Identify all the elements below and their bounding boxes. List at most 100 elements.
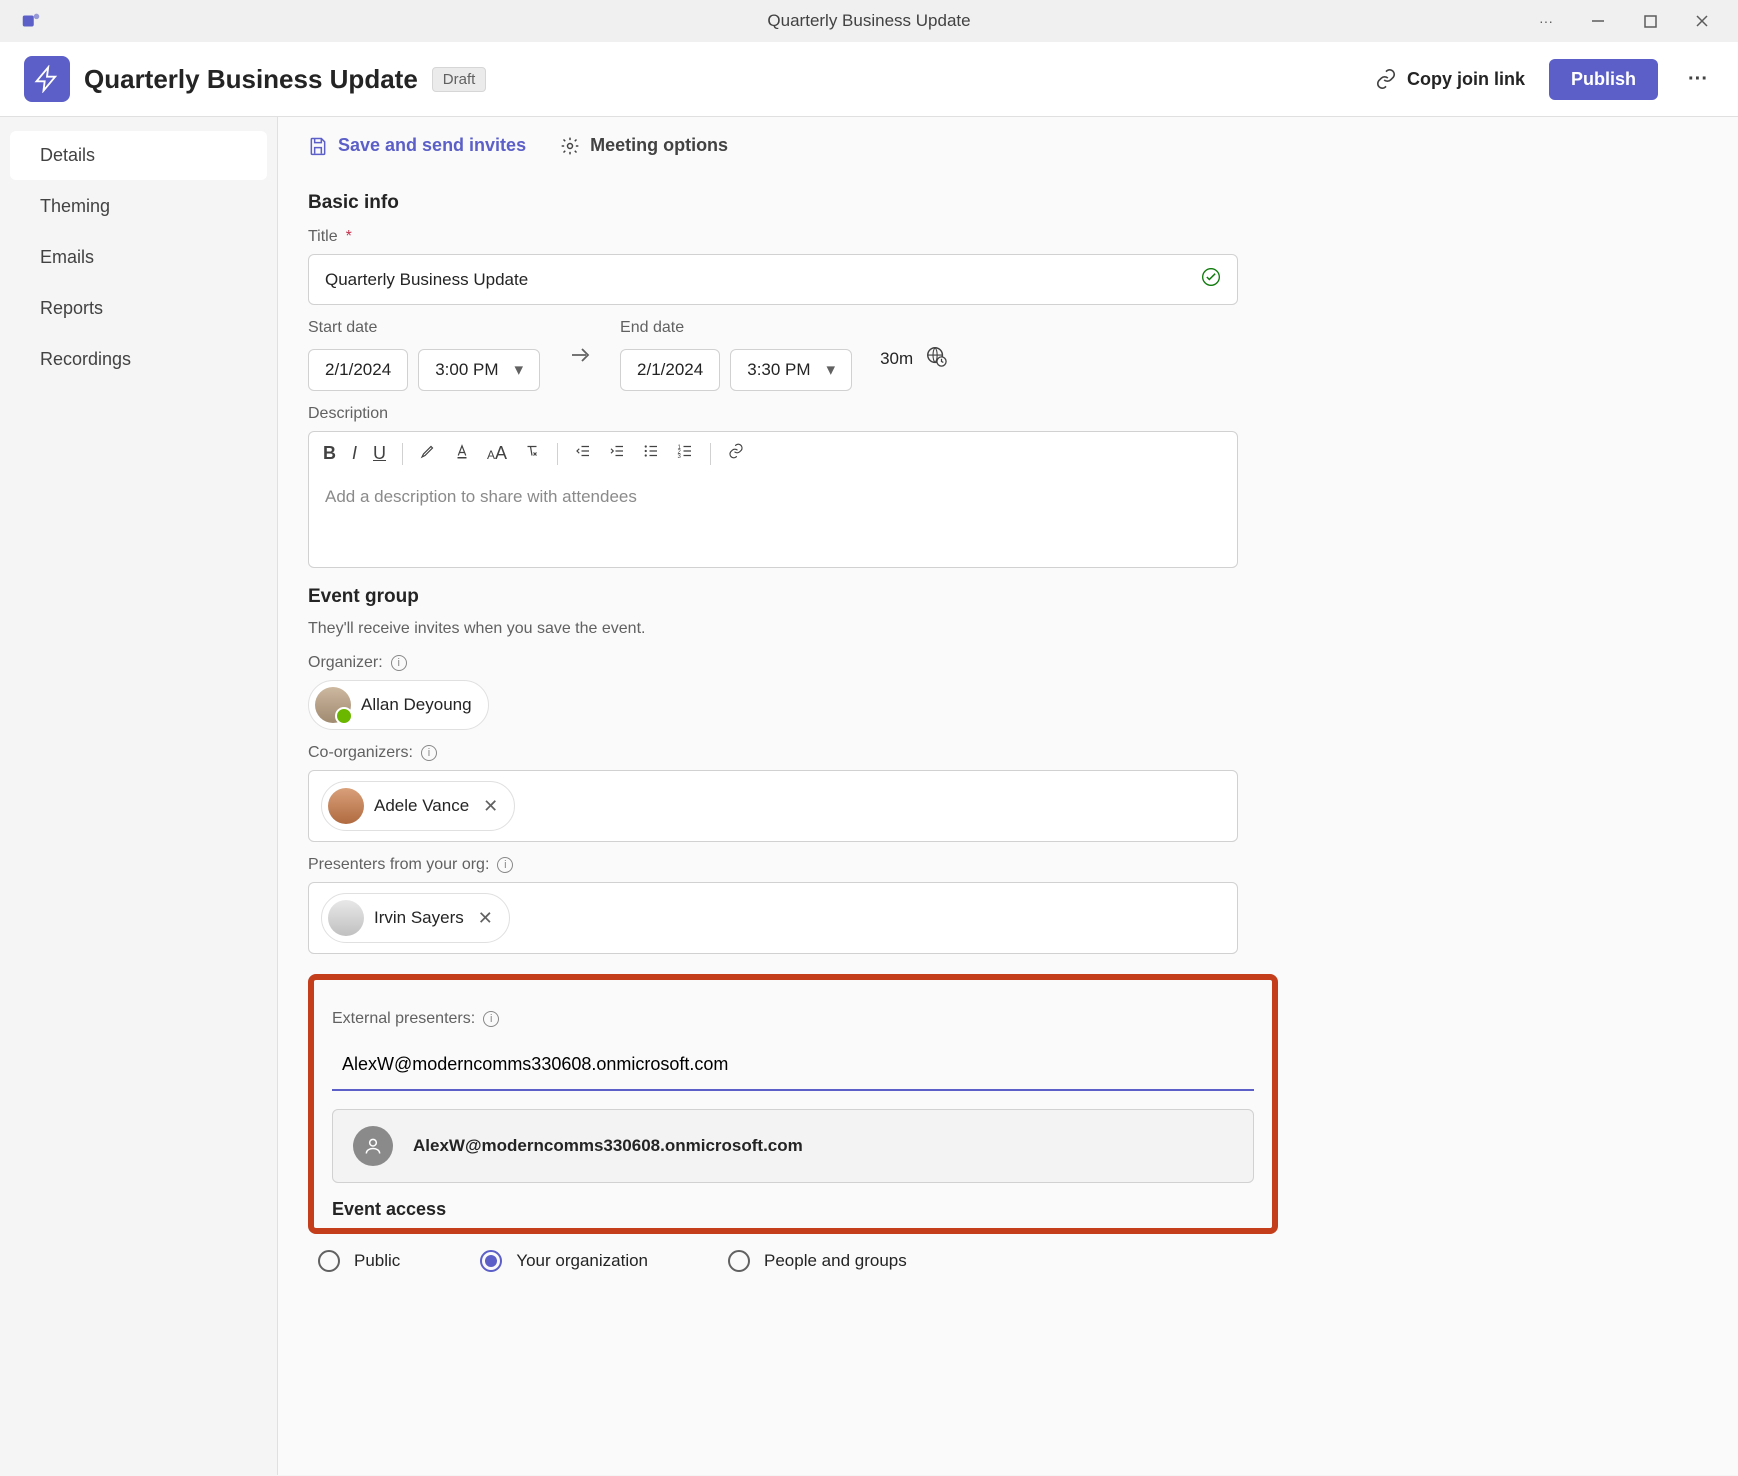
event-group-heading: Event group: [308, 586, 1508, 608]
font-size-icon[interactable]: AA: [487, 443, 507, 464]
organizer-name: Allan Deyoung: [361, 695, 472, 715]
teams-logo-icon: [20, 10, 42, 32]
end-date-label: End date: [620, 319, 852, 337]
highlight-icon[interactable]: [419, 442, 437, 465]
separator: [557, 443, 558, 465]
presenter-chip: Irvin Sayers ✕: [321, 893, 510, 943]
coorganizers-input[interactable]: Adele Vance ✕: [308, 770, 1238, 842]
page-header: Quarterly Business Update Draft Copy joi…: [0, 42, 1738, 117]
radio-label: People and groups: [764, 1251, 907, 1271]
suggestion-item[interactable]: AlexW@moderncomms330608.onmicrosoft.com: [332, 1109, 1254, 1183]
radio-people-groups[interactable]: People and groups: [728, 1250, 907, 1272]
avatar: [328, 900, 364, 936]
page-title: Quarterly Business Update: [84, 64, 418, 95]
radio-icon: [318, 1250, 340, 1272]
end-time-picker[interactable]: 3:30 PM ▾: [730, 349, 852, 391]
sidebar-item-details[interactable]: Details: [10, 131, 267, 180]
chevron-down-icon: ▾: [827, 360, 836, 380]
title-label: Title: [308, 228, 1508, 246]
numbered-list-icon[interactable]: 123: [676, 442, 694, 465]
radio-public[interactable]: Public: [318, 1250, 400, 1272]
titlebar: Quarterly Business Update ···: [0, 0, 1738, 42]
radio-icon: [728, 1250, 750, 1272]
svg-text:3: 3: [678, 454, 682, 460]
radio-label: Your organization: [516, 1251, 648, 1271]
action-bar: Save and send invites Meeting options: [278, 117, 1738, 174]
presenters-label: Presenters from your org: i: [308, 856, 1508, 874]
meeting-options-button[interactable]: Meeting options: [560, 135, 728, 156]
info-icon[interactable]: i: [497, 857, 513, 873]
status-badge: Draft: [432, 67, 487, 92]
duration-text: 30m: [880, 349, 913, 369]
close-icon[interactable]: [1690, 9, 1714, 33]
sidebar: Details Theming Emails Reports Recording…: [0, 117, 278, 1475]
sidebar-item-emails[interactable]: Emails: [10, 233, 267, 282]
title-value: Quarterly Business Update: [325, 270, 528, 290]
bold-icon[interactable]: B: [323, 443, 336, 464]
sidebar-item-recordings[interactable]: Recordings: [10, 335, 267, 384]
start-date-picker[interactable]: 2/1/2024: [308, 349, 408, 391]
external-presenters-input[interactable]: [332, 1036, 1254, 1091]
external-presenters-highlight: External presenters: i AlexW@moderncomms…: [308, 974, 1278, 1234]
start-date-label: Start date: [308, 319, 540, 337]
radio-icon: [480, 1250, 502, 1272]
remove-icon[interactable]: ✕: [483, 796, 498, 817]
remove-icon[interactable]: ✕: [478, 908, 493, 929]
italic-icon[interactable]: I: [352, 443, 357, 464]
organizer-label: Organizer: i: [308, 654, 1508, 672]
meeting-options-label: Meeting options: [590, 135, 728, 156]
person-icon: [353, 1126, 393, 1166]
clear-format-icon[interactable]: [523, 442, 541, 465]
bullet-list-icon[interactable]: [642, 442, 660, 465]
maximize-icon[interactable]: [1638, 9, 1662, 33]
end-date-picker[interactable]: 2/1/2024: [620, 349, 720, 391]
basic-info-heading: Basic info: [308, 192, 1508, 214]
save-icon: [308, 136, 328, 156]
titlebar-more-icon[interactable]: ···: [1534, 9, 1558, 33]
arrow-right-icon: [568, 343, 592, 367]
description-label: Description: [308, 405, 1508, 423]
description-editor: B I U AA 123 Add a description to: [308, 431, 1238, 568]
info-icon[interactable]: i: [391, 655, 407, 671]
sidebar-item-reports[interactable]: Reports: [10, 284, 267, 333]
publish-button[interactable]: Publish: [1549, 59, 1658, 100]
start-time-picker[interactable]: 3:00 PM ▾: [418, 349, 540, 391]
coorganizer-chip: Adele Vance ✕: [321, 781, 515, 831]
title-input[interactable]: Quarterly Business Update: [308, 254, 1238, 305]
checkmark-icon: [1201, 267, 1221, 292]
organizer-chip: Allan Deyoung: [308, 680, 489, 730]
description-textarea[interactable]: Add a description to share with attendee…: [309, 475, 1237, 567]
info-icon[interactable]: i: [421, 745, 437, 761]
copy-join-link-button[interactable]: Copy join link: [1375, 68, 1525, 90]
event-group-hint: They'll receive invites when you save th…: [308, 620, 1508, 638]
avatar: [328, 788, 364, 824]
sidebar-item-theming[interactable]: Theming: [10, 182, 267, 231]
window-title: Quarterly Business Update: [767, 11, 970, 31]
separator: [710, 443, 711, 465]
avatar: [315, 687, 351, 723]
save-label: Save and send invites: [338, 135, 526, 156]
save-send-invites-button[interactable]: Save and send invites: [308, 135, 526, 156]
text-color-icon[interactable]: [453, 442, 471, 465]
chevron-down-icon: ▾: [515, 360, 524, 380]
info-icon[interactable]: i: [483, 1011, 499, 1027]
link-icon: [1375, 68, 1397, 90]
separator: [402, 443, 403, 465]
radio-your-organization[interactable]: Your organization: [480, 1250, 648, 1272]
link-icon[interactable]: [727, 442, 745, 465]
presenter-name: Irvin Sayers: [374, 908, 464, 928]
indent-icon[interactable]: [608, 442, 626, 465]
header-more-icon[interactable]: ···: [1682, 68, 1714, 91]
coorganizer-name: Adele Vance: [374, 796, 469, 816]
outdent-icon[interactable]: [574, 442, 592, 465]
minimize-icon[interactable]: [1586, 9, 1610, 33]
suggestion-text: AlexW@moderncomms330608.onmicrosoft.com: [413, 1136, 803, 1156]
event-access-heading: Event access: [332, 1199, 1254, 1220]
gear-icon: [560, 136, 580, 156]
presenters-input[interactable]: Irvin Sayers ✕: [308, 882, 1238, 954]
event-icon: [24, 56, 70, 102]
underline-icon[interactable]: U: [373, 443, 386, 464]
timezone-icon[interactable]: [925, 345, 947, 372]
radio-label: Public: [354, 1251, 400, 1271]
coorganizers-label: Co-organizers: i: [308, 744, 1508, 762]
